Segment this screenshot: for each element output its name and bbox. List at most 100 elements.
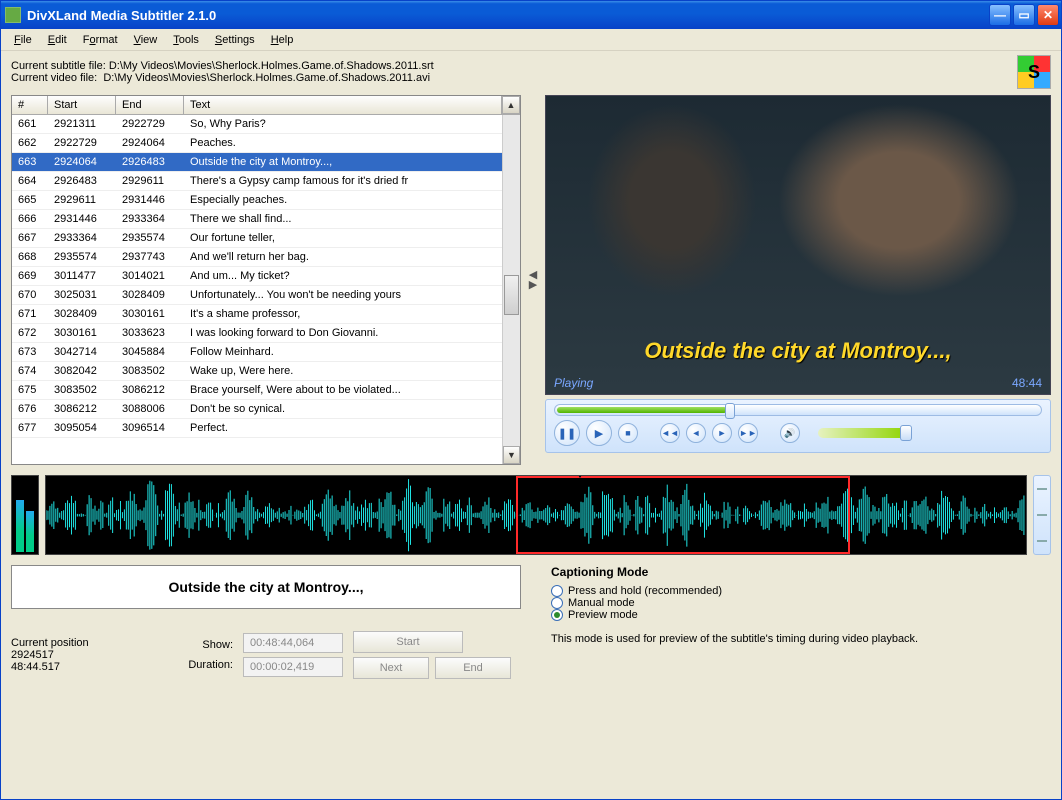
current-position-label: Current position: [11, 637, 178, 649]
seek-bar[interactable]: [554, 404, 1042, 416]
table-row[interactable]: 66729333642935574Our fortune teller,: [12, 229, 502, 248]
cell-text: Perfect.: [184, 419, 502, 437]
prev-button[interactable]: ◄◄: [660, 423, 680, 443]
cell-start: 2935574: [48, 248, 116, 266]
video-preview[interactable]: Outside the city at Montroy..., Playing …: [545, 95, 1051, 395]
table-row[interactable]: 66229227292924064Peaches.: [12, 134, 502, 153]
captioning-radio[interactable]: Preview mode: [551, 609, 1051, 621]
back-button[interactable]: ◄: [686, 423, 706, 443]
cell-text: Follow Meinhard.: [184, 343, 502, 361]
playback-time: 48:44: [1012, 376, 1042, 390]
menu-tools[interactable]: Tools: [166, 31, 206, 49]
volume-slider[interactable]: [818, 428, 908, 438]
table-row[interactable]: 67430820423083502Wake up, Were here.: [12, 362, 502, 381]
col-start[interactable]: Start: [48, 96, 116, 114]
table-row[interactable]: 66129213112922729So, Why Paris?: [12, 115, 502, 134]
volume-knob[interactable]: [900, 425, 912, 441]
mute-button[interactable]: 🔊: [780, 423, 800, 443]
subtitle-table[interactable]: # Start End Text ▲ 66129213112922729So, …: [11, 95, 521, 465]
splitter[interactable]: ◀ ▶: [525, 95, 541, 465]
brand-logo: S: [1017, 55, 1051, 89]
cell-start: 2926483: [48, 172, 116, 190]
play-button[interactable]: ▶: [586, 420, 612, 446]
table-row[interactable]: 66429264832929611There's a Gypsy camp fa…: [12, 172, 502, 191]
seek-thumb[interactable]: [725, 403, 735, 419]
waveform-zoom-handle[interactable]: [1033, 475, 1051, 555]
radio-dot-icon: [551, 597, 563, 609]
table-row[interactable]: 66829355742937743And we'll return her ba…: [12, 248, 502, 267]
pause-button[interactable]: ❚❚: [554, 420, 580, 446]
cell-start: 2929611: [48, 191, 116, 209]
table-row[interactable]: 67030250313028409Unfortunately... You wo…: [12, 286, 502, 305]
table-row[interactable]: 66529296112931446Especially peaches.: [12, 191, 502, 210]
menubar: File Edit Format View Tools Settings Hel…: [1, 29, 1061, 51]
radio-label: Preview mode: [568, 609, 638, 621]
current-position-value: 2924517: [11, 649, 178, 661]
cell-end: 3083502: [116, 362, 184, 380]
menu-format[interactable]: Format: [76, 31, 125, 49]
col-number[interactable]: #: [12, 96, 48, 114]
cell-text: Peaches.: [184, 134, 502, 152]
next-button[interactable]: ►►: [738, 423, 758, 443]
cell-end: 2924064: [116, 134, 184, 152]
scrollbar[interactable]: ▼: [502, 115, 520, 464]
subtitle-editor-text: Outside the city at Montroy...,: [169, 579, 364, 595]
titlebar[interactable]: DivXLand Media Subtitler 2.1.0 — ▭ ✕: [1, 1, 1061, 29]
cell-number: 673: [12, 343, 48, 361]
table-row[interactable]: 67530835023086212Brace yourself, Were ab…: [12, 381, 502, 400]
cell-number: 677: [12, 419, 48, 437]
menu-view[interactable]: View: [127, 31, 165, 49]
cell-number: 662: [12, 134, 48, 152]
subtitle-overlay: Outside the city at Montroy...,: [644, 338, 951, 364]
captioning-radio[interactable]: Press and hold (recommended): [551, 585, 1051, 597]
captioning-radio[interactable]: Manual mode: [551, 597, 1051, 609]
table-row[interactable]: 67630862123088006Don't be so cynical.: [12, 400, 502, 419]
duration-label: Duration:: [188, 659, 233, 671]
cell-number: 661: [12, 115, 48, 133]
cell-end: 2931446: [116, 191, 184, 209]
table-row[interactable]: 66930114773014021And um... My ticket?: [12, 267, 502, 286]
table-body[interactable]: 66129213112922729So, Why Paris?662292272…: [12, 115, 502, 464]
table-row[interactable]: 67130284093030161It's a shame professor,: [12, 305, 502, 324]
scroll-down-button[interactable]: ▼: [503, 446, 520, 464]
show-input[interactable]: 00:48:44,064: [243, 633, 343, 653]
menu-settings[interactable]: Settings: [208, 31, 262, 49]
cell-start: 2931446: [48, 210, 116, 228]
cell-start: 3086212: [48, 400, 116, 418]
cell-start: 2933364: [48, 229, 116, 247]
col-text[interactable]: Text: [184, 96, 502, 114]
minimize-button[interactable]: —: [989, 4, 1011, 26]
splitter-right-icon: ▶: [529, 280, 537, 290]
stop-button[interactable]: ■: [618, 423, 638, 443]
subtitle-editor[interactable]: Outside the city at Montroy...,: [11, 565, 521, 609]
table-row[interactable]: 67730950543096514Perfect.: [12, 419, 502, 438]
cell-end: 2933364: [116, 210, 184, 228]
close-button[interactable]: ✕: [1037, 4, 1059, 26]
cell-number: 669: [12, 267, 48, 285]
radio-dot-icon: [551, 609, 563, 621]
table-row[interactable]: 66629314462933364There we shall find...: [12, 210, 502, 229]
next-button-editor[interactable]: Next: [353, 657, 429, 679]
table-row[interactable]: 66329240642926483Outside the city at Mon…: [12, 153, 502, 172]
cell-start: 3095054: [48, 419, 116, 437]
scroll-up-button[interactable]: ▲: [502, 96, 520, 114]
col-end[interactable]: End: [116, 96, 184, 114]
current-position-time: 48:44.517: [11, 661, 178, 673]
cell-number: 675: [12, 381, 48, 399]
menu-help[interactable]: Help: [264, 31, 301, 49]
cell-text: It's a shame professor,: [184, 305, 502, 323]
cell-number: 666: [12, 210, 48, 228]
menu-file[interactable]: File: [7, 31, 39, 49]
cell-end: 3028409: [116, 286, 184, 304]
menu-edit[interactable]: Edit: [41, 31, 74, 49]
duration-input[interactable]: 00:00:02,419: [243, 657, 343, 677]
start-button[interactable]: Start: [353, 631, 463, 653]
table-row[interactable]: 67230301613033623I was looking forward t…: [12, 324, 502, 343]
cell-end: 3086212: [116, 381, 184, 399]
waveform[interactable]: [45, 475, 1027, 555]
scroll-thumb[interactable]: [504, 275, 519, 315]
end-button[interactable]: End: [435, 657, 511, 679]
fwd-button[interactable]: ►: [712, 423, 732, 443]
table-row[interactable]: 67330427143045884Follow Meinhard.: [12, 343, 502, 362]
maximize-button[interactable]: ▭: [1013, 4, 1035, 26]
